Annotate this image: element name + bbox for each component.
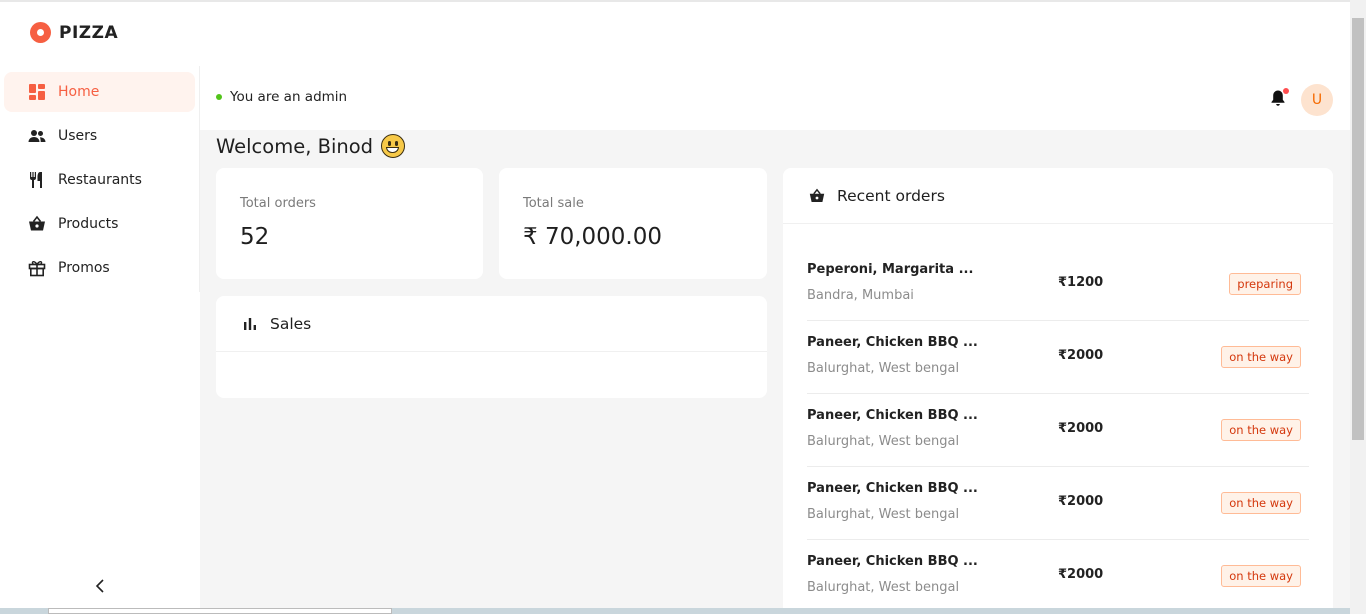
order-status-badge: preparing <box>1229 273 1301 295</box>
sidebar-item-label: Products <box>58 216 119 232</box>
gift-icon <box>28 261 46 277</box>
sidebar-item-label: Restaurants <box>58 172 142 188</box>
total-orders-card: Total orders 52 <box>216 168 483 279</box>
order-status-badge: on the way <box>1221 565 1301 587</box>
order-amount: ₹1200 <box>1058 275 1104 290</box>
total-sale-card: Total sale ₹ 70,000.00 <box>499 168 767 279</box>
order-amount: ₹2000 <box>1058 567 1104 582</box>
sidebar-item-label: Users <box>58 128 98 144</box>
main-content: Welcome, Binod Total orders 52 Total sal… <box>200 130 1350 614</box>
sidebar-item-users[interactable]: Users <box>4 116 195 156</box>
pizza-logo-icon <box>30 22 51 43</box>
notification-badge <box>1283 88 1289 94</box>
users-icon <box>28 130 46 142</box>
order-amount: ₹2000 <box>1058 421 1104 436</box>
order-row[interactable]: Paneer, Chicken BBQ ... Balurghat, West … <box>807 321 1309 394</box>
dashboard-icon <box>29 84 45 100</box>
order-status-badge: on the way <box>1221 419 1301 441</box>
admin-status: You are an admin <box>216 89 347 105</box>
scrollbar-thumb[interactable] <box>1352 18 1364 440</box>
sidebar-item-promos[interactable]: Promos <box>4 248 195 288</box>
order-row[interactable]: Paneer, Chicken BBQ ... Balurghat, West … <box>807 394 1309 467</box>
sidebar-item-label: Promos <box>58 260 110 276</box>
order-address: Balurghat, West bengal <box>807 361 960 376</box>
order-row[interactable]: Paneer, Chicken BBQ ... Balurghat, West … <box>807 540 1309 613</box>
chevron-left-icon <box>95 579 104 593</box>
stat-label: Total orders <box>240 196 316 211</box>
order-address: Bandra, Mumbai <box>807 288 914 303</box>
top-header: You are an admin U <box>200 68 1350 130</box>
brand-name: PIZZA <box>59 22 119 43</box>
bar-chart-icon <box>244 317 256 330</box>
stat-value: ₹ 70,000.00 <box>523 224 662 250</box>
order-items: Paneer, Chicken BBQ ... <box>807 408 978 423</box>
order-amount: ₹2000 <box>1058 494 1104 509</box>
sidebar-menu: Home Users Restaurants Products Promos <box>4 72 195 292</box>
order-status-badge: on the way <box>1221 492 1301 514</box>
order-amount: ₹2000 <box>1058 348 1104 363</box>
order-address: Balurghat, West bengal <box>807 580 960 595</box>
sales-card-title: Sales <box>270 314 312 333</box>
notifications-button[interactable] <box>1270 88 1289 107</box>
sales-card-header: Sales <box>216 296 767 352</box>
orders-list: Peperoni, Margarita ... Bandra, Mumbai ₹… <box>807 248 1309 613</box>
welcome-text: Welcome, Binod <box>216 134 374 158</box>
collapse-sidebar-button[interactable] <box>90 575 110 597</box>
basket-icon <box>809 188 825 202</box>
order-items: Peperoni, Margarita ... <box>807 262 974 277</box>
sidebar-item-products[interactable]: Products <box>4 204 195 244</box>
taskbar-window <box>48 608 392 614</box>
grinning-face-icon <box>381 134 406 158</box>
page-scrollbar[interactable] <box>1350 0 1366 614</box>
order-items: Paneer, Chicken BBQ ... <box>807 554 978 569</box>
order-address: Balurghat, West bengal <box>807 434 960 449</box>
basket-icon <box>29 215 45 231</box>
sidebar-item-restaurants[interactable]: Restaurants <box>4 160 195 200</box>
brand-logo[interactable]: PIZZA <box>30 22 118 43</box>
order-row[interactable]: Peperoni, Margarita ... Bandra, Mumbai ₹… <box>807 248 1309 321</box>
sidebar: PIZZA Home Users Restaurants Products Pr… <box>0 2 200 614</box>
fork-knife-icon <box>30 172 42 188</box>
order-row[interactable]: Paneer, Chicken BBQ ... Balurghat, West … <box>807 467 1309 540</box>
admin-status-text: You are an admin <box>230 89 348 105</box>
stat-label: Total sale <box>523 196 584 211</box>
sidebar-item-label: Home <box>58 84 100 100</box>
welcome-heading: Welcome, Binod <box>216 134 406 158</box>
user-avatar[interactable]: U <box>1301 84 1333 116</box>
recent-orders-title: Recent orders <box>837 186 945 205</box>
order-items: Paneer, Chicken BBQ ... <box>807 481 978 496</box>
order-address: Balurghat, West bengal <box>807 507 960 522</box>
sidebar-item-home[interactable]: Home <box>4 72 195 112</box>
order-status-badge: on the way <box>1221 346 1301 368</box>
window-top-border <box>0 0 1352 2</box>
stat-value: 52 <box>240 224 270 250</box>
recent-orders-header: Recent orders <box>783 168 1333 224</box>
sales-card: Sales <box>216 296 767 398</box>
recent-orders-card: Recent orders Peperoni, Margarita ... Ba… <box>783 168 1333 614</box>
status-dot-icon <box>216 94 222 100</box>
order-items: Paneer, Chicken BBQ ... <box>807 335 978 350</box>
